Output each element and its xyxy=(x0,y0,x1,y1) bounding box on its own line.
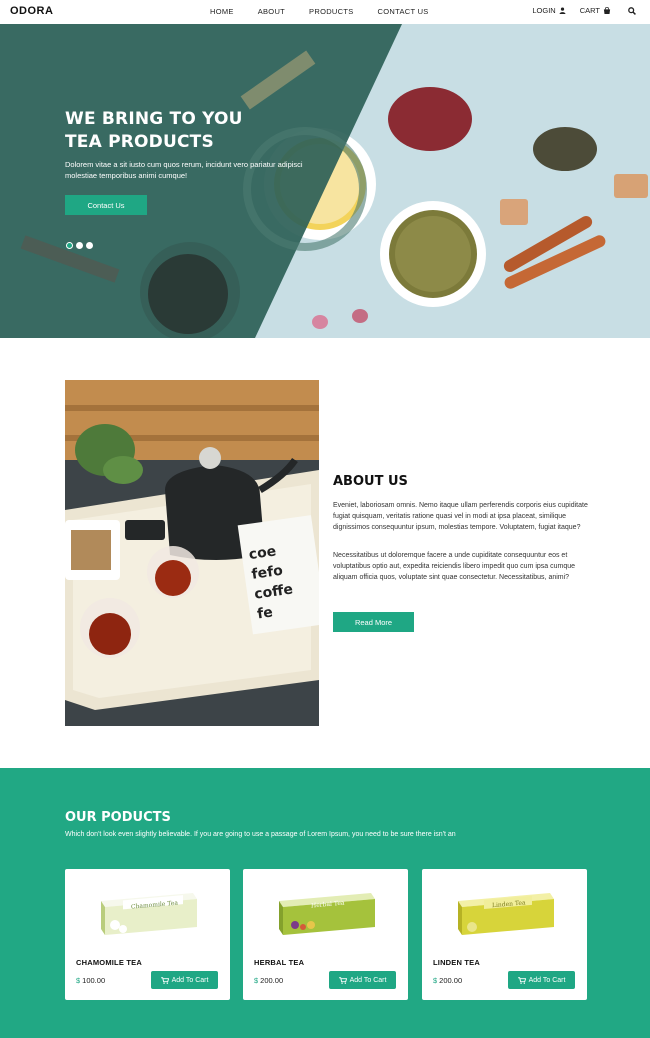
card-text-line4: fe xyxy=(256,604,274,622)
about-paragraph-2: Necessitatibus ut doloremque facere a un… xyxy=(333,552,576,581)
add-to-cart-label: Add To Cart xyxy=(528,976,566,984)
nav-products-link[interactable]: PRODUCTS xyxy=(309,7,354,16)
hero-title-line1: WE BRING TO YOU xyxy=(65,109,243,129)
about-paragraph-1: Eveniet, laboriosam omnis. Nemo itaque u… xyxy=(333,502,588,531)
hero-description: Dolorem vitae a sit iusto cum quos rerum… xyxy=(65,160,303,180)
add-to-cart-button[interactable]: Add To Cart xyxy=(329,971,396,989)
slider-dot-3[interactable] xyxy=(86,242,93,249)
product-name: LINDEN TEA xyxy=(433,958,480,967)
read-more-button[interactable]: Read More xyxy=(333,612,414,632)
about-title: ABOUT US xyxy=(333,474,408,489)
slider-dots xyxy=(66,242,93,249)
contact-us-button[interactable]: Contact Us xyxy=(65,195,147,215)
login-link[interactable]: LOGIN xyxy=(532,6,566,15)
about-image: coe fefo coffe fe xyxy=(65,380,319,726)
nav-home-link[interactable]: HOME xyxy=(210,7,234,16)
currency-symbol: $ xyxy=(433,976,438,985)
product-name: CHAMOMILE TEA xyxy=(76,958,142,967)
add-to-cart-label: Add To Cart xyxy=(171,976,209,984)
search-icon xyxy=(628,6,636,15)
herbal-tea-box-image: Herbal Tea xyxy=(279,893,375,935)
shopping-bag-icon xyxy=(603,7,611,14)
price-value: 200.00 xyxy=(439,976,463,985)
price-value: 100.00 xyxy=(82,976,106,985)
cart-label: CART xyxy=(579,6,600,15)
linden-tea-box-image: Linden Tea xyxy=(458,893,554,935)
login-label: LOGIN xyxy=(532,6,556,15)
user-icon xyxy=(559,7,566,14)
product-card-chamomile[interactable]: Chamomile Tea CHAMOMILE TEA $100.00 Add … xyxy=(65,869,230,1000)
product-card-linden[interactable]: Linden Tea LINDEN TEA $200.00 Add To Car… xyxy=(422,869,587,1000)
nav-about-link[interactable]: ABOUT xyxy=(258,7,285,16)
add-to-cart-button[interactable]: Add To Cart xyxy=(508,971,575,989)
hero-banner: WE BRING TO YOU TEA PRODUCTS Dolorem vit… xyxy=(0,24,650,338)
products-title: OUR PODUCTS xyxy=(65,810,171,825)
search-button[interactable] xyxy=(625,6,636,15)
currency-symbol: $ xyxy=(254,976,259,985)
nav-actions: LOGIN CART xyxy=(518,6,636,15)
top-navbar: ODORA HOME ABOUT PRODUCTS CONTACT US LOG… xyxy=(0,0,650,24)
products-subtitle: Which don't look even slightly believabl… xyxy=(65,831,456,838)
add-to-cart-label: Add To Cart xyxy=(349,976,387,984)
product-card-herbal[interactable]: Herbal Tea HERBAL TEA $200.00 Add To Car… xyxy=(243,869,408,1000)
product-price: $200.00 xyxy=(254,976,283,985)
hero-background-image xyxy=(0,24,650,338)
site-logo[interactable]: ODORA xyxy=(10,5,53,17)
product-price: $100.00 xyxy=(76,976,105,985)
price-value: 200.00 xyxy=(260,976,284,985)
add-to-cart-button[interactable]: Add To Cart xyxy=(151,971,218,989)
cart-link[interactable]: CART xyxy=(580,6,611,15)
chamomile-tea-box-image: Chamomile Tea xyxy=(101,893,197,935)
shopping-cart-icon xyxy=(517,976,526,984)
main-menu: HOME ABOUT PRODUCTS CONTACT US xyxy=(210,7,429,16)
nav-contact-link[interactable]: CONTACT US xyxy=(378,7,429,16)
shopping-cart-icon xyxy=(338,976,347,984)
slider-dot-2[interactable] xyxy=(76,242,83,249)
products-section: OUR PODUCTS Which don't look even slight… xyxy=(0,768,650,1038)
about-photo-kettle: coe fefo coffe fe xyxy=(65,380,319,726)
shopping-cart-icon xyxy=(160,976,169,984)
product-price: $200.00 xyxy=(433,976,462,985)
slider-dot-1[interactable] xyxy=(66,242,73,249)
product-name: HERBAL TEA xyxy=(254,958,305,967)
hero-title: WE BRING TO YOU TEA PRODUCTS xyxy=(65,108,243,154)
currency-symbol: $ xyxy=(76,976,81,985)
hero-title-line2: TEA PRODUCTS xyxy=(65,132,214,152)
